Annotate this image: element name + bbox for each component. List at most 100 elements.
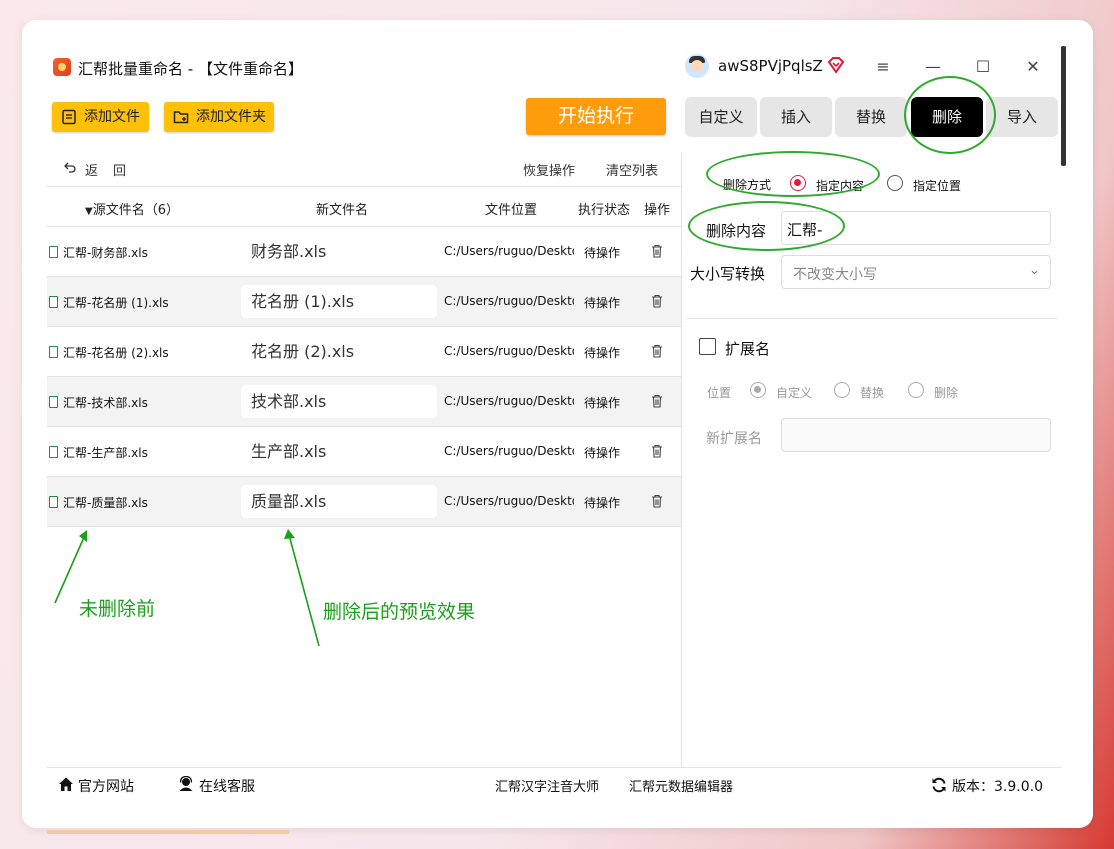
new-filename[interactable]: 生产部.xls [241, 435, 437, 468]
tab-delete[interactable]: 删除 [911, 97, 983, 137]
radio-mode-position[interactable] [887, 175, 903, 191]
table-row[interactable]: 汇帮-技术部.xls 技术部.xls C:/Users/ruguo/Deskto… [47, 377, 681, 427]
delete-mode-label: 删除方式 [723, 178, 772, 192]
table-row[interactable]: 汇帮-花名册 (1).xls 花名册 (1).xls C:/Users/rugu… [47, 277, 681, 327]
source-filename: 汇帮-财务部.xls [63, 246, 148, 260]
chevron-down-icon: ⌄ [1029, 263, 1040, 278]
refresh-icon[interactable] [931, 777, 947, 793]
excel-file-icon [49, 296, 58, 308]
annotation-after: 删除后的预览效果 [323, 601, 476, 623]
trash-icon[interactable] [651, 344, 663, 358]
home-icon[interactable] [58, 776, 74, 792]
scrollbar[interactable] [1061, 46, 1066, 166]
pinyin-tool-link[interactable]: 汇帮汉字注音大师 [495, 776, 599, 795]
file-location: C:/Users/ruguo/Deskto [444, 444, 574, 458]
back-arrow-icon[interactable] [63, 160, 77, 174]
new-filename[interactable]: 技术部.xls [241, 385, 437, 418]
status-text: 待操作 [584, 246, 621, 260]
tab-import[interactable]: 导入 [986, 97, 1058, 137]
delete-content-label: 删除内容 [706, 222, 767, 240]
excel-file-icon [49, 396, 58, 408]
add-folder-button[interactable]: 添加文件夹 [164, 102, 274, 132]
excel-file-icon [49, 446, 58, 458]
panel-divider [681, 153, 682, 768]
progress-accent-line [47, 830, 289, 834]
col-status: 执行状态 [578, 203, 631, 218]
support-link[interactable]: 在线客服 [199, 776, 255, 796]
window-title: 汇帮批量重命名 - 【文件重命名】 [78, 60, 303, 78]
pos-custom-label[interactable]: 自定义 [776, 384, 812, 401]
file-location: C:/Users/ruguo/Deskto [444, 244, 574, 258]
minimize-button[interactable]: — [919, 56, 947, 78]
source-filename: 汇帮-生产部.xls [63, 446, 148, 460]
radio-pos-replace[interactable] [834, 382, 850, 398]
mode-content-label[interactable]: 指定内容 [816, 177, 864, 194]
source-filename: 汇帮-技术部.xls [63, 396, 148, 410]
status-text: 待操作 [584, 296, 621, 310]
restore-button[interactable]: 恢复操作 [523, 160, 575, 179]
maximize-button[interactable]: ☐ [969, 56, 997, 78]
col-source[interactable]: ▼源文件名（6） [85, 199, 179, 218]
close-button[interactable]: ✕ [1019, 56, 1047, 78]
back-label[interactable]: 返 [85, 160, 98, 179]
tab-insert[interactable]: 插入 [760, 97, 832, 137]
file-location: C:/Users/ruguo/Deskto [444, 494, 574, 508]
back-label-2[interactable]: 回 [113, 160, 126, 179]
ext-label[interactable]: 扩展名 [725, 338, 770, 359]
delete-content-value: 汇帮- [787, 221, 823, 239]
status-text: 待操作 [584, 396, 621, 410]
ext-checkbox[interactable] [699, 338, 716, 355]
trash-icon[interactable] [651, 494, 663, 508]
trash-icon[interactable] [651, 444, 663, 458]
excel-file-icon [49, 246, 58, 258]
delete-content-input[interactable]: 汇帮- [781, 211, 1051, 245]
new-filename[interactable]: 花名册 (2).xls [241, 335, 437, 368]
trash-icon[interactable] [651, 394, 663, 408]
table-row[interactable]: 汇帮-财务部.xls 财务部.xls C:/Users/ruguo/Deskto… [47, 227, 681, 277]
excel-file-icon [49, 496, 58, 508]
table-row[interactable]: 汇帮-质量部.xls 质量部.xls C:/Users/ruguo/Deskto… [47, 477, 681, 527]
metadata-tool-link[interactable]: 汇帮元数据编辑器 [629, 776, 733, 795]
pos-replace-label[interactable]: 替换 [860, 384, 884, 401]
tab-replace[interactable]: 替换 [835, 97, 907, 137]
status-text: 待操作 [584, 446, 621, 460]
table-row[interactable]: 汇帮-花名册 (2).xls 花名册 (2).xls C:/Users/rugu… [47, 327, 681, 377]
website-link[interactable]: 官方网站 [78, 776, 134, 796]
file-location: C:/Users/ruguo/Deskto [444, 294, 574, 308]
menu-icon[interactable]: ≡ [869, 56, 897, 78]
trash-icon[interactable] [651, 244, 663, 258]
app-logo-icon [53, 58, 71, 76]
settings-divider [687, 318, 1057, 319]
new-filename[interactable]: 财务部.xls [241, 235, 437, 268]
file-location: C:/Users/ruguo/Deskto [444, 394, 574, 408]
tab-custom[interactable]: 自定义 [685, 97, 757, 137]
source-filename: 汇帮-花名册 (2).xls [63, 346, 169, 360]
username[interactable]: awS8PVjPqlsZ [718, 57, 823, 75]
col-action: 操作 [644, 203, 671, 218]
trash-icon[interactable] [651, 294, 663, 308]
annotation-arrows [54, 529, 320, 647]
status-text: 待操作 [584, 346, 621, 360]
new-filename[interactable]: 质量部.xls [241, 485, 437, 518]
footer-divider [47, 767, 1062, 768]
table-row[interactable]: 汇帮-生产部.xls 生产部.xls C:/Users/ruguo/Deskto… [47, 427, 681, 477]
clear-list-button[interactable]: 清空列表 [606, 160, 658, 179]
pos-delete-label[interactable]: 删除 [934, 384, 958, 401]
radio-pos-custom[interactable] [750, 382, 766, 398]
radio-pos-delete[interactable] [908, 382, 924, 398]
vip-diamond-icon[interactable] [827, 56, 845, 74]
pos-label: 位置 [707, 386, 732, 400]
mode-position-label[interactable]: 指定位置 [913, 177, 961, 194]
excel-file-icon [49, 346, 58, 358]
add-folder-label: 添加文件夹 [196, 109, 266, 125]
radio-mode-content[interactable] [790, 175, 806, 191]
avatar[interactable] [685, 54, 709, 78]
status-text: 待操作 [584, 496, 621, 510]
customer-service-icon[interactable] [178, 776, 194, 792]
add-file-button[interactable]: 添加文件 [52, 102, 149, 132]
new-ext-input[interactable] [781, 418, 1051, 452]
case-select[interactable]: 不改变大小写 ⌄ [781, 255, 1051, 289]
start-button[interactable]: 开始执行 [526, 98, 666, 135]
new-filename[interactable]: 花名册 (1).xls [241, 285, 437, 318]
add-file-label: 添加文件 [84, 109, 140, 125]
